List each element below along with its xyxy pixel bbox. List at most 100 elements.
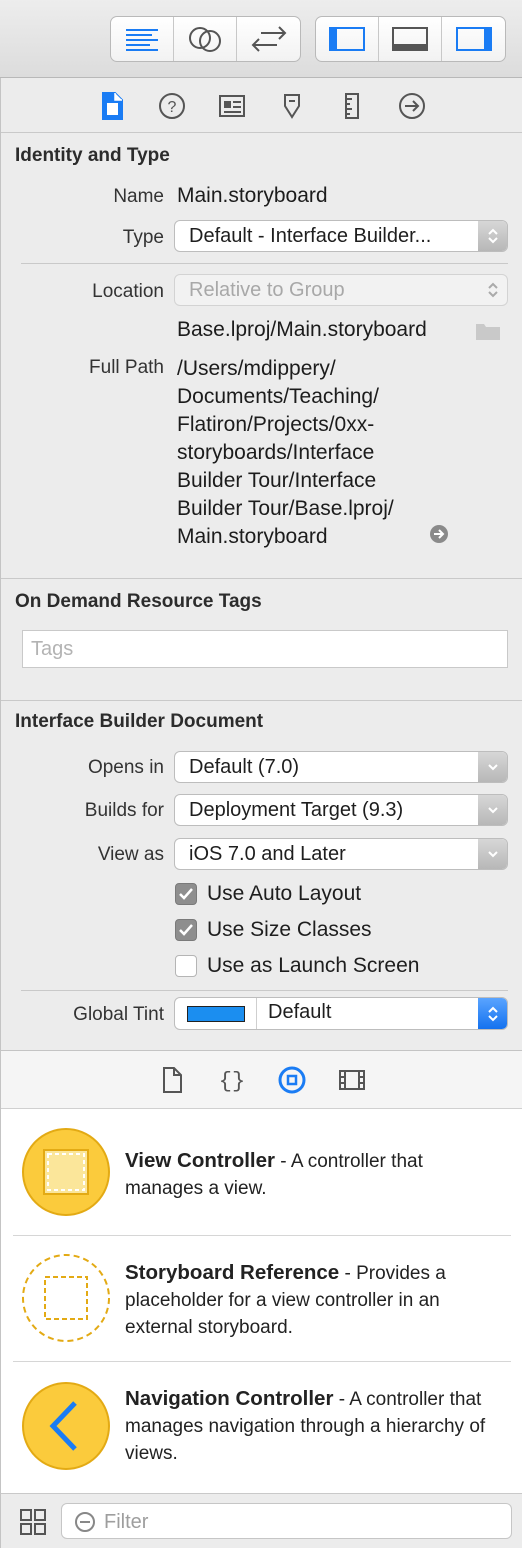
location-label: Location xyxy=(92,281,164,302)
tab-connections-inspector[interactable] xyxy=(382,78,442,133)
tags-placeholder: Tags xyxy=(31,638,74,660)
opens-in-popup[interactable]: Default (7.0) xyxy=(174,751,508,783)
tab-file-template-library[interactable] xyxy=(142,1051,202,1109)
window-toolbar xyxy=(0,0,522,78)
divider xyxy=(21,990,508,991)
folder-icon[interactable] xyxy=(475,320,501,347)
utilities-inspector: ? Identity and Type Name Main.storyboard… xyxy=(0,78,522,1050)
standard-editor-icon xyxy=(126,29,158,51)
chevron-updown-icon xyxy=(478,998,507,1029)
identity-inspector-icon xyxy=(219,94,245,117)
svg-text:?: ? xyxy=(168,99,177,116)
odr-section-title: On Demand Resource Tags xyxy=(15,591,262,612)
file-template-library-icon xyxy=(163,1067,182,1093)
full-path-line: Builder Tour/Interface xyxy=(177,469,377,492)
tint-color-swatch xyxy=(186,1005,245,1022)
global-tint-control[interactable]: Default xyxy=(174,997,508,1030)
tint-color-well[interactable] xyxy=(175,998,257,1029)
size-inspector-icon xyxy=(345,92,359,119)
filter-icon xyxy=(75,1512,95,1532)
full-path-line: Main.storyboard xyxy=(177,525,328,548)
inspector-tab-bar: ? xyxy=(1,78,522,133)
global-tint-label: Global Tint xyxy=(73,1004,164,1025)
full-path-label: Full Path xyxy=(89,357,164,378)
storyboard-reference-icon xyxy=(21,1253,111,1343)
tab-media-library[interactable] xyxy=(322,1051,382,1109)
library-tab-bar: {} xyxy=(1,1051,522,1109)
version-editor-icon xyxy=(251,26,286,52)
tab-identity-inspector[interactable] xyxy=(202,78,262,133)
file-inspector-icon xyxy=(102,91,123,120)
filter-field[interactable] xyxy=(61,1503,512,1539)
tab-quick-help[interactable]: ? xyxy=(142,78,202,133)
navigation-controller-icon xyxy=(21,1381,111,1471)
library-item-title: Storyboard Reference xyxy=(125,1261,340,1284)
full-path-line: storyboards/Interface xyxy=(177,441,375,464)
builds-for-popup[interactable]: Deployment Target (9.3) xyxy=(174,794,508,826)
chevron-down-icon xyxy=(478,839,507,869)
tab-attributes-inspector[interactable] xyxy=(262,78,322,133)
grid-view-toggle[interactable] xyxy=(19,1508,47,1541)
library-item-view-controller[interactable]: View Controller - A controller that mana… xyxy=(1,1127,522,1237)
object-library-panel: {} View Controller - A controller that m… xyxy=(0,1050,522,1548)
tab-file-inspector[interactable] xyxy=(82,78,142,133)
filter-input[interactable] xyxy=(104,1509,504,1535)
library-item-title: View Controller xyxy=(125,1149,275,1172)
tab-code-snippet-library[interactable]: {} xyxy=(202,1051,262,1109)
full-path-line: Documents/Teaching/ xyxy=(177,385,379,408)
name-value[interactable]: Main.storyboard xyxy=(177,184,328,208)
tab-object-library[interactable] xyxy=(262,1051,322,1109)
chevron-down-icon xyxy=(478,795,507,825)
navigator-toggle-button[interactable] xyxy=(316,17,379,61)
checkmark-icon xyxy=(179,924,193,936)
standard-editor-button[interactable] xyxy=(111,17,174,61)
view-controller-icon xyxy=(21,1127,111,1217)
use-as-launch-screen-label: Use as Launch Screen xyxy=(207,954,420,977)
use-as-launch-screen-checkbox[interactable] xyxy=(175,955,197,977)
library-item-navigation-controller[interactable]: Navigation Controller - A controller tha… xyxy=(1,1379,522,1489)
checkmark-icon xyxy=(179,888,193,900)
code-snippet-library-icon: {} xyxy=(219,1069,245,1094)
list-separator xyxy=(13,1235,511,1236)
builds-for-value: Deployment Target (9.3) xyxy=(189,799,404,821)
connections-inspector-icon xyxy=(399,92,425,119)
library-item-title: Navigation Controller xyxy=(125,1387,334,1410)
type-popup-value: Default - Interface Builder... xyxy=(189,225,432,247)
tags-field[interactable]: Tags xyxy=(22,630,508,668)
full-path-line: /Users/mdippery/ xyxy=(177,357,336,380)
utilities-toggle-button[interactable] xyxy=(442,17,505,61)
view-as-label: View as xyxy=(97,844,164,865)
location-popup-value: Relative to Group xyxy=(189,279,345,301)
location-popup[interactable]: Relative to Group xyxy=(174,274,508,306)
view-as-popup[interactable]: iOS 7.0 and Later xyxy=(174,838,508,870)
full-path-value: /Users/mdippery/ Documents/Teaching/ Fla… xyxy=(177,355,457,551)
opens-in-label: Opens in xyxy=(87,757,164,778)
use-auto-layout-checkbox[interactable] xyxy=(175,883,197,905)
divider xyxy=(21,263,508,264)
assistant-editor-icon xyxy=(189,27,221,52)
full-path-line: Builder Tour/Base.lproj/ xyxy=(177,497,394,520)
version-editor-button[interactable] xyxy=(237,17,300,61)
tab-size-inspector[interactable] xyxy=(322,78,382,133)
quick-help-icon: ? xyxy=(159,92,185,119)
global-tint-value: Default xyxy=(268,1001,332,1023)
library-item-description: Storyboard Reference - Provides a placeh… xyxy=(125,1259,505,1341)
use-size-classes-checkbox[interactable] xyxy=(175,919,197,941)
section-divider xyxy=(1,700,522,701)
object-library-icon xyxy=(278,1066,306,1094)
debug-area-toggle-button[interactable] xyxy=(379,17,442,61)
debug-area-toggle-icon xyxy=(392,27,428,51)
name-label: Name xyxy=(113,186,164,207)
use-auto-layout-label: Use Auto Layout xyxy=(207,882,362,905)
library-item-storyboard-reference[interactable]: Storyboard Reference - Provides a placeh… xyxy=(1,1251,522,1366)
media-library-icon xyxy=(339,1070,365,1090)
use-size-classes-label: Use Size Classes xyxy=(207,918,372,941)
full-path-line: Flatiron/Projects/0xx- xyxy=(177,413,375,436)
assistant-editor-button[interactable] xyxy=(174,17,237,61)
reveal-in-finder-icon[interactable] xyxy=(429,524,449,549)
utilities-toggle-icon xyxy=(455,27,492,51)
attributes-inspector-icon xyxy=(284,93,300,119)
library-filter-bar xyxy=(0,1493,522,1548)
type-popup[interactable]: Default - Interface Builder... xyxy=(174,220,508,252)
chevron-updown-icon xyxy=(478,221,507,251)
